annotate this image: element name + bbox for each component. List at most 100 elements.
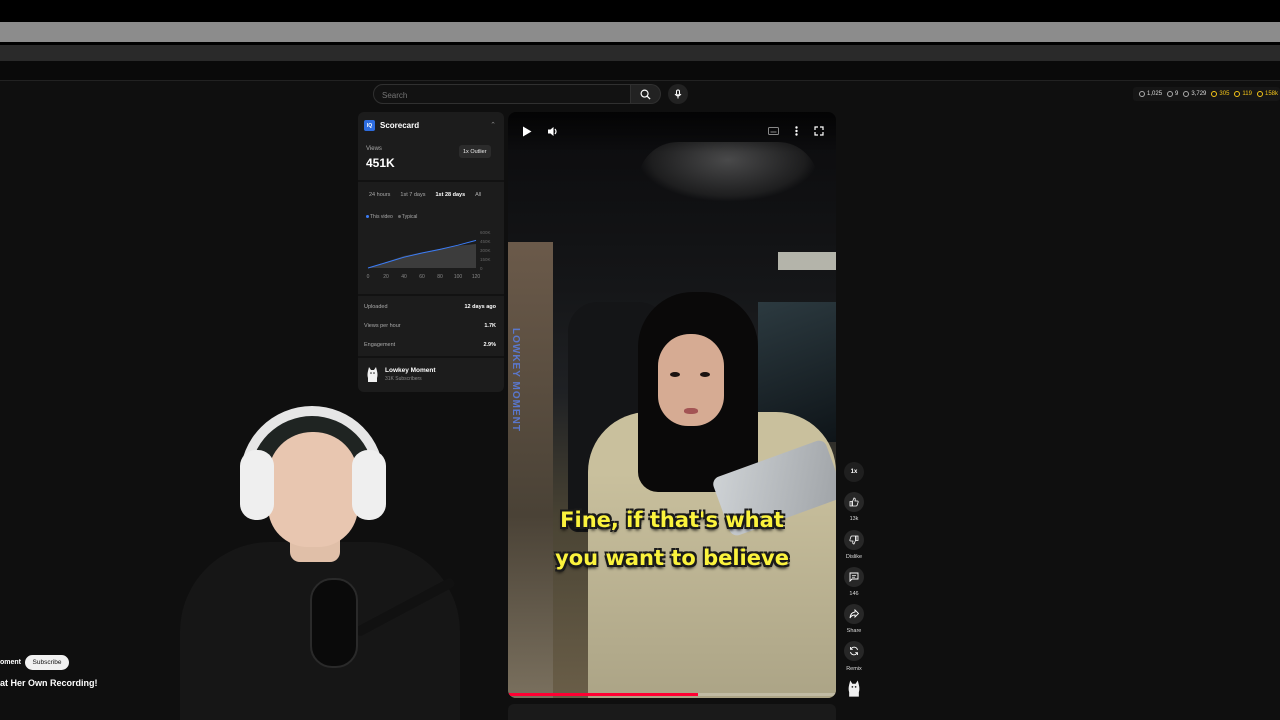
fullscreen-button[interactable] <box>812 124 826 138</box>
search-box[interactable] <box>373 84 631 105</box>
legend-dot <box>366 215 369 219</box>
chevron-up-icon[interactable]: ⌃ <box>490 121 496 129</box>
video-progress-bar[interactable] <box>508 693 836 696</box>
y-tick-label: 150K <box>480 257 491 262</box>
channel-row[interactable]: Lowkey Moment 31K Subscribers <box>358 358 504 392</box>
eye-icon <box>1183 91 1190 97</box>
video-progress-fill <box>508 693 699 696</box>
volume-button[interactable] <box>546 124 560 138</box>
overlay-channel-name: oment <box>0 659 21 666</box>
outlier-badge: 1x Outlier <box>459 145 491 158</box>
more-vertical-icon <box>794 126 798 136</box>
x-tick-label: 20 <box>383 274 389 280</box>
play-button[interactable] <box>520 124 534 138</box>
legend-dot <box>397 215 401 219</box>
divider <box>358 180 504 182</box>
video-player[interactable]: LOWKEY MOMENT Fine, if that's what you w… <box>508 112 836 698</box>
video-scene-left-person <box>508 242 553 698</box>
engagement-label: Engagement <box>364 342 396 348</box>
next-short-preview <box>508 704 836 720</box>
search-button[interactable] <box>631 84 661 104</box>
legend-this-video: This video <box>366 214 393 220</box>
x-tick-label: 80 <box>437 274 443 280</box>
scorecard-logo: IQ <box>364 120 375 131</box>
microphone-icon <box>674 89 682 99</box>
views-value: 451K <box>366 156 395 170</box>
share-label: Share <box>846 628 862 634</box>
microphone <box>310 578 358 668</box>
channel-avatar <box>367 367 378 382</box>
search-input[interactable] <box>374 86 630 105</box>
channel-avatar-small[interactable] <box>847 679 861 697</box>
x-tick-label: 120 <box>472 274 481 280</box>
comments-button[interactable] <box>844 567 864 587</box>
voice-search-button[interactable] <box>668 84 688 104</box>
play-icon <box>523 126 532 136</box>
search-icon <box>640 89 651 100</box>
tab-first-28-days[interactable]: 1st 28 days <box>430 192 470 198</box>
bolt-icon <box>1256 91 1263 97</box>
captions-icon <box>767 127 779 135</box>
video-scene-sign <box>778 252 836 270</box>
legend-typical: Typical <box>397 214 417 220</box>
remix-label: Remix <box>846 666 862 672</box>
stat-item: 158k <box>1256 91 1278 97</box>
tab-24-hours[interactable]: 24 hours <box>364 192 395 198</box>
x-tick-label: 100 <box>454 274 463 280</box>
screen: 1,025 9 3,729 305 119 158k IQ Scorecard … <box>0 0 1280 720</box>
x-tick-label: 40 <box>401 274 407 280</box>
remix-button[interactable] <box>844 641 864 661</box>
tab-all[interactable]: All <box>470 192 486 198</box>
browser-address-bar <box>0 45 1280 61</box>
caption-line-2: you want to believe <box>555 546 789 570</box>
caption-line-1: Fine, if that's what <box>560 508 784 532</box>
video-scene-mouth <box>684 408 698 414</box>
browser-top-strip <box>0 0 1280 22</box>
like-count: 13k <box>849 516 859 522</box>
comment-icon <box>849 572 859 582</box>
comment-count: 146 <box>849 591 859 597</box>
y-tick-label: 450K <box>480 239 491 244</box>
more-options-button[interactable] <box>789 124 803 138</box>
headphones-ear-cup <box>240 450 274 520</box>
stat-item: 1,025 <box>1139 91 1162 97</box>
uploaded-value: 12 days ago <box>464 304 497 310</box>
clock-icon <box>1139 91 1146 97</box>
headphones-ear-cup <box>352 450 386 520</box>
scorecard-panel: IQ Scorecard ⌃ Views 451K 1x Outlier 24 … <box>358 112 504 392</box>
share-button[interactable] <box>844 604 864 624</box>
thumbs-down-icon <box>849 535 859 545</box>
time-range-tabs: 24 hours 1st 7 days 1st 28 days All <box>364 192 486 198</box>
overlay-video-title: at Her Own Recording! <box>0 678 98 688</box>
divider <box>358 294 504 296</box>
views-per-hour-label: Views per hour <box>364 323 401 329</box>
video-watermark: LOWKEY MOMENT <box>510 328 521 432</box>
channel-subscribers: 31K Subscribers <box>385 376 422 382</box>
stat-item: 9 <box>1167 91 1178 97</box>
views-chart: 0 20 40 60 80 100 120 600K 450K 300K 150K 0 <box>367 230 491 280</box>
tab-first-7-days[interactable]: 1st 7 days <box>395 192 430 198</box>
views-label: Views <box>366 146 382 152</box>
chart-legend: This video Typical <box>366 214 417 220</box>
browser-tab-bar <box>0 22 1280 42</box>
like-button[interactable] <box>844 492 864 512</box>
subscribe-button[interactable]: Subscribe <box>25 655 69 670</box>
stat-item: 3,729 <box>1183 91 1206 97</box>
scorecard-title: Scorecard <box>380 121 420 130</box>
fullscreen-icon <box>814 126 824 136</box>
captions-button[interactable] <box>766 124 780 138</box>
thumbs-up-icon <box>849 497 859 507</box>
page-header <box>0 61 1280 81</box>
x-tick-label: 60 <box>419 274 425 280</box>
y-tick-label: 0 <box>480 266 483 271</box>
stat-item: 305 <box>1211 91 1229 97</box>
clock-icon <box>1234 91 1241 97</box>
views-per-hour-value: 1.7K <box>484 323 496 329</box>
scorecard-header: IQ Scorecard <box>364 120 419 131</box>
engagement-value: 2.9% <box>483 342 496 348</box>
dislike-button[interactable] <box>844 530 864 550</box>
extension-stats-bar: 1,025 9 3,729 305 119 158k <box>1133 87 1280 101</box>
y-tick-label: 300K <box>480 248 491 253</box>
streamer-webcam <box>140 402 500 720</box>
playback-speed-button[interactable]: 1x <box>844 462 864 482</box>
